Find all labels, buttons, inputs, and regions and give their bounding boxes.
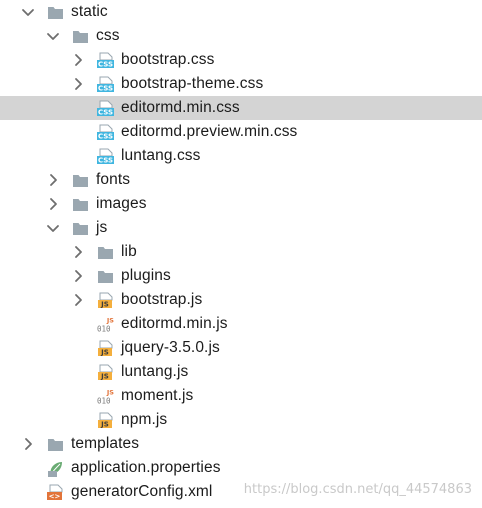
project-file-tree: static css CSS bootstrap.css CSS bootstrap-th…: [0, 0, 482, 508]
svg-text:JS: JS: [100, 301, 109, 309]
svg-text:JS: JS: [100, 349, 109, 357]
tree-row-moment-js[interactable]: JS 010 moment.js: [0, 384, 482, 408]
tree-row-luntang-js[interactable]: JS luntang.js: [0, 360, 482, 384]
tree-item-label: npm.js: [121, 411, 168, 428]
folder-icon: [72, 28, 89, 45]
tree-item-label: images: [96, 195, 147, 212]
tree-item-label: generatorConfig.xml: [71, 483, 213, 500]
spring-properties-icon: [47, 460, 64, 477]
tree-row-templates[interactable]: templates: [0, 432, 482, 456]
tree-item-label: application.properties: [71, 459, 221, 476]
chevron-down-icon[interactable]: [45, 28, 61, 44]
tree-item-label: jquery-3.5.0.js: [121, 339, 220, 356]
folder-icon: [72, 220, 89, 237]
tree-row-application-properties[interactable]: application.properties: [0, 456, 482, 480]
svg-text:JS: JS: [106, 389, 114, 397]
folder-icon: [72, 172, 89, 189]
tree-row-jquery-3-5-0-js[interactable]: JS jquery-3.5.0.js: [0, 336, 482, 360]
tree-item-label: templates: [71, 435, 140, 452]
svg-text:CSS: CSS: [98, 157, 113, 165]
svg-text:CSS: CSS: [98, 85, 113, 93]
chevron-right-icon[interactable]: [45, 196, 61, 212]
chevron-right-icon[interactable]: [70, 52, 86, 68]
tree-item-label: js: [96, 219, 108, 236]
tree-item-label: luntang.css: [121, 147, 201, 164]
tree-row-js[interactable]: js: [0, 216, 482, 240]
chevron-right-icon[interactable]: [70, 244, 86, 260]
minified-js-file-icon: JS 010: [97, 316, 114, 334]
chevron-right-icon[interactable]: [20, 436, 36, 452]
svg-text:CSS: CSS: [98, 61, 113, 69]
chevron-right-icon[interactable]: [70, 292, 86, 308]
tree-item-label: css: [96, 27, 120, 44]
css-file-icon: CSS: [97, 76, 114, 93]
tree-row-plugins[interactable]: plugins: [0, 264, 482, 288]
folder-icon: [97, 244, 114, 261]
tree-item-label: lib: [121, 243, 137, 260]
folder-icon: [47, 4, 64, 21]
tree-row-static[interactable]: static: [0, 0, 482, 24]
folder-icon: [97, 268, 114, 285]
tree-row-bootstrap-js[interactable]: JS bootstrap.js: [0, 288, 482, 312]
tree-item-label: editormd.min.css: [121, 99, 240, 116]
tree-row-bootstrap-css[interactable]: CSS bootstrap.css: [0, 48, 482, 72]
tree-row-luntang-css[interactable]: CSS luntang.css: [0, 144, 482, 168]
tree-row-lib[interactable]: lib: [0, 240, 482, 264]
chevron-right-icon[interactable]: [70, 76, 86, 92]
css-file-icon: CSS: [97, 52, 114, 69]
svg-text:JS: JS: [100, 373, 109, 381]
tree-row-editormd-min-css[interactable]: CSS editormd.min.css: [0, 96, 482, 120]
svg-text:010: 010: [97, 397, 111, 406]
svg-text:CSS: CSS: [98, 133, 113, 141]
js-file-icon: JS: [97, 292, 114, 309]
tree-row-css[interactable]: css: [0, 24, 482, 48]
tree-row-npm-js[interactable]: JS npm.js: [0, 408, 482, 432]
js-file-icon: JS: [97, 364, 114, 381]
js-file-icon: JS: [97, 340, 114, 357]
tree-item-label: fonts: [96, 171, 131, 188]
xml-file-icon: <>: [47, 484, 64, 501]
tree-item-label: editormd.preview.min.css: [121, 123, 298, 140]
tree-row-images[interactable]: images: [0, 192, 482, 216]
svg-text:JS: JS: [106, 317, 114, 325]
js-file-icon: JS: [97, 412, 114, 429]
tree-row-fonts[interactable]: fonts: [0, 168, 482, 192]
tree-row-bootstrap-theme-css[interactable]: CSS bootstrap-theme.css: [0, 72, 482, 96]
folder-icon: [47, 436, 64, 453]
tree-row-editormd-preview-min-css[interactable]: CSS editormd.preview.min.css: [0, 120, 482, 144]
svg-text:<>: <>: [49, 493, 61, 501]
minified-js-file-icon: JS 010: [97, 388, 114, 406]
watermark-text: https://blog.csdn.net/qq_44574863: [243, 482, 472, 497]
tree-row-editormd-min-js[interactable]: JS 010 editormd.min.js: [0, 312, 482, 336]
tree-item-label: bootstrap.css: [121, 51, 215, 68]
chevron-down-icon[interactable]: [45, 220, 61, 236]
chevron-right-icon[interactable]: [45, 172, 61, 188]
tree-item-label: plugins: [121, 267, 171, 284]
tree-item-label: static: [71, 3, 108, 20]
tree-item-label: moment.js: [121, 387, 194, 404]
css-file-icon: CSS: [97, 100, 114, 117]
tree-item-label: editormd.min.js: [121, 315, 228, 332]
svg-text:JS: JS: [100, 421, 109, 429]
tree-item-label: bootstrap.js: [121, 291, 203, 308]
svg-text:CSS: CSS: [98, 109, 113, 117]
chevron-right-icon[interactable]: [70, 268, 86, 284]
tree-item-label: luntang.js: [121, 363, 189, 380]
css-file-icon: CSS: [97, 124, 114, 141]
chevron-down-icon[interactable]: [20, 4, 36, 20]
svg-text:010: 010: [97, 325, 111, 334]
folder-icon: [72, 196, 89, 213]
css-file-icon: CSS: [97, 148, 114, 165]
tree-item-label: bootstrap-theme.css: [121, 75, 264, 92]
